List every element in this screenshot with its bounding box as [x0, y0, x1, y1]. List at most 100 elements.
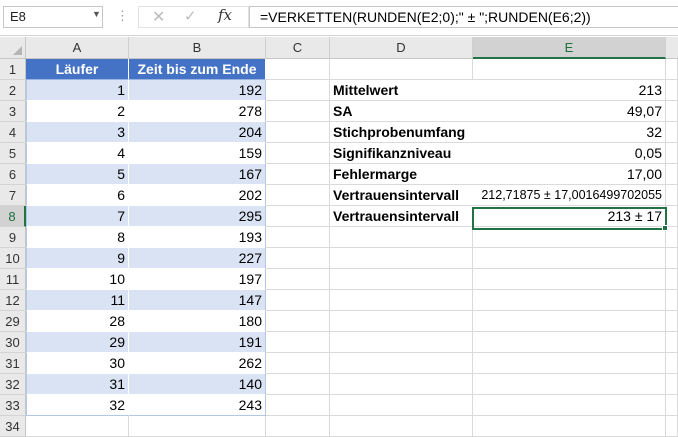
cell[interactable] — [266, 80, 330, 101]
cell[interactable] — [666, 353, 678, 374]
cell[interactable] — [666, 206, 678, 227]
cell[interactable] — [266, 374, 330, 395]
cell[interactable] — [266, 269, 330, 290]
row-header[interactable]: 3 — [0, 101, 26, 122]
table-row-runner[interactable]: 5 — [26, 164, 129, 185]
stat-value[interactable]: 32 — [473, 122, 666, 143]
cell[interactable] — [666, 290, 678, 311]
cell[interactable] — [666, 80, 678, 101]
formula-input[interactable]: =VERKETTEN(RUNDEN(E2;0);" ± ";RUNDEN(E6;… — [249, 6, 678, 28]
cell[interactable] — [266, 353, 330, 374]
row-header[interactable]: 32 — [0, 374, 26, 395]
table-row-runner[interactable]: 1 — [26, 80, 129, 101]
cell[interactable] — [666, 332, 678, 353]
cell[interactable] — [473, 395, 666, 416]
table-row-runner[interactable]: 4 — [26, 143, 129, 164]
row-header[interactable]: 6 — [0, 164, 26, 185]
table-row-time[interactable]: 192 — [129, 80, 266, 101]
cancel-icon[interactable]: ✕ — [152, 7, 165, 27]
row-header[interactable]: 9 — [0, 227, 26, 248]
stat-label[interactable]: Stichprobenumfang — [330, 122, 473, 143]
stat-value[interactable]: 17,00 — [473, 164, 666, 185]
cell[interactable] — [26, 416, 129, 437]
cell[interactable] — [666, 269, 678, 290]
cell[interactable] — [330, 59, 473, 80]
table-row-runner[interactable]: 2 — [26, 101, 129, 122]
table-row-runner[interactable]: 8 — [26, 227, 129, 248]
stat-label[interactable]: Vertrauensintervall — [330, 206, 473, 227]
table-row-time[interactable]: 159 — [129, 143, 266, 164]
table-row-time[interactable]: 197 — [129, 269, 266, 290]
row-header[interactable]: 5 — [0, 143, 26, 164]
cell[interactable] — [266, 227, 330, 248]
cell[interactable] — [266, 395, 330, 416]
cell[interactable] — [473, 332, 666, 353]
table-row-time[interactable]: 278 — [129, 101, 266, 122]
cell[interactable] — [666, 185, 678, 206]
table-row-time[interactable]: 204 — [129, 122, 266, 143]
cell[interactable] — [266, 290, 330, 311]
cell[interactable] — [473, 311, 666, 332]
cell[interactable] — [266, 122, 330, 143]
stat-value[interactable]: 0,05 — [473, 143, 666, 164]
cell[interactable] — [330, 353, 473, 374]
table-row-time[interactable]: 262 — [129, 353, 266, 374]
table-row-time[interactable]: 227 — [129, 248, 266, 269]
cell[interactable] — [473, 353, 666, 374]
cell[interactable] — [666, 248, 678, 269]
table-row-runner[interactable]: 6 — [26, 185, 129, 206]
cell[interactable] — [666, 311, 678, 332]
cell[interactable] — [666, 59, 678, 80]
row-header[interactable]: 4 — [0, 122, 26, 143]
table-row-time[interactable]: 180 — [129, 311, 266, 332]
cell[interactable] — [666, 374, 678, 395]
table-row-runner[interactable]: 11 — [26, 290, 129, 311]
name-box-dropdown-icon[interactable]: ▼ — [92, 9, 101, 19]
row-header[interactable]: 30 — [0, 332, 26, 353]
table-row-time[interactable]: 167 — [129, 164, 266, 185]
table-row-runner[interactable]: 10 — [26, 269, 129, 290]
cell[interactable] — [266, 248, 330, 269]
cell[interactable] — [666, 395, 678, 416]
table-row-runner[interactable]: 7 — [26, 206, 129, 227]
table-row-runner[interactable]: 30 — [26, 353, 129, 374]
row-header[interactable]: 7 — [0, 185, 26, 206]
stat-label[interactable]: Signifikanzniveau — [330, 143, 473, 164]
row-header[interactable]: 2 — [0, 80, 26, 101]
cell[interactable] — [330, 227, 473, 248]
cell[interactable] — [473, 248, 666, 269]
table-row-time[interactable]: 140 — [129, 374, 266, 395]
row-header[interactable]: 11 — [0, 269, 26, 290]
table-row-runner[interactable]: 31 — [26, 374, 129, 395]
cell[interactable] — [666, 122, 678, 143]
cell[interactable] — [330, 290, 473, 311]
table-row-time[interactable]: 193 — [129, 227, 266, 248]
table-row-time[interactable]: 243 — [129, 395, 266, 416]
cell[interactable] — [666, 416, 678, 437]
row-header[interactable]: 33 — [0, 395, 26, 416]
cell[interactable] — [330, 395, 473, 416]
table-header-time[interactable]: Zeit bis zum Ende — [129, 59, 266, 80]
cell[interactable] — [266, 164, 330, 185]
column-header-f[interactable] — [666, 37, 678, 59]
column-header-b[interactable]: B — [129, 37, 266, 59]
cell[interactable] — [266, 311, 330, 332]
column-header-d[interactable]: D — [330, 37, 473, 59]
stat-label[interactable]: SA — [330, 101, 473, 122]
cell[interactable] — [266, 59, 330, 80]
row-header[interactable]: 12 — [0, 290, 26, 311]
cell[interactable] — [330, 416, 473, 437]
table-row-runner[interactable]: 29 — [26, 332, 129, 353]
cell[interactable] — [473, 59, 666, 80]
row-header[interactable]: 10 — [0, 248, 26, 269]
cell[interactable] — [266, 185, 330, 206]
cell[interactable] — [473, 416, 666, 437]
cell[interactable] — [473, 374, 666, 395]
cell[interactable] — [330, 248, 473, 269]
cell[interactable] — [129, 416, 266, 437]
row-header[interactable]: 1 — [0, 59, 26, 80]
cell[interactable] — [666, 101, 678, 122]
cell[interactable] — [266, 416, 330, 437]
row-header[interactable]: 34 — [0, 416, 26, 437]
table-row-runner[interactable]: 9 — [26, 248, 129, 269]
